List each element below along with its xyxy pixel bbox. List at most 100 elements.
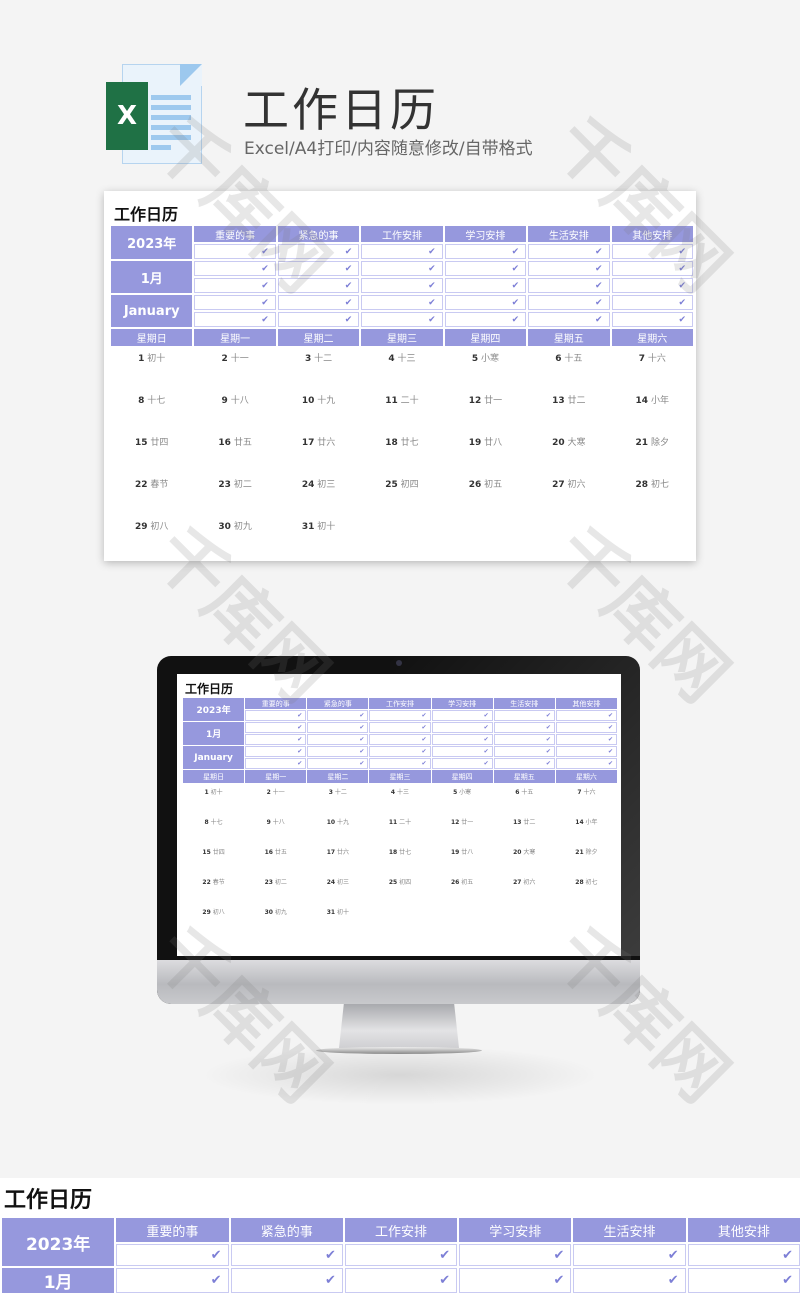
day-cell[interactable]: 13 廿二 bbox=[494, 814, 555, 843]
day-cell[interactable]: 2 十一 bbox=[194, 348, 275, 388]
day-cell[interactable]: 25 初四 bbox=[369, 874, 430, 903]
day-cell[interactable]: 26 初五 bbox=[432, 874, 493, 903]
task-checkbox[interactable]: ✔ bbox=[361, 312, 443, 327]
task-checkbox[interactable]: ✔ bbox=[528, 295, 610, 310]
day-cell[interactable] bbox=[445, 516, 526, 556]
task-checkbox[interactable]: ✔ bbox=[116, 1268, 229, 1293]
task-checkbox[interactable]: ✔ bbox=[611, 278, 693, 293]
task-checkbox[interactable]: ✔ bbox=[277, 278, 360, 293]
task-checkbox[interactable]: ✔ bbox=[459, 1244, 572, 1266]
task-checkbox[interactable]: ✔ bbox=[344, 1244, 458, 1266]
day-cell[interactable]: 24 初三 bbox=[307, 874, 368, 903]
task-checkbox[interactable]: ✔ bbox=[307, 722, 369, 733]
day-cell[interactable]: 14 小年 bbox=[556, 814, 617, 843]
task-checkbox[interactable]: ✔ bbox=[555, 758, 617, 769]
task-checkbox[interactable]: ✔ bbox=[230, 1244, 343, 1266]
day-cell[interactable]: 5 小寒 bbox=[432, 784, 493, 813]
task-checkbox[interactable]: ✔ bbox=[493, 734, 555, 745]
day-cell[interactable]: 13 廿二 bbox=[528, 390, 609, 430]
day-cell[interactable]: 25 初四 bbox=[361, 474, 442, 514]
day-cell[interactable]: 31 初十 bbox=[307, 904, 368, 933]
task-checkbox[interactable]: ✔ bbox=[277, 244, 360, 259]
day-cell[interactable]: 27 初六 bbox=[528, 474, 609, 514]
task-checkbox[interactable]: ✔ bbox=[194, 312, 276, 327]
day-cell[interactable]: 11 二十 bbox=[369, 814, 430, 843]
task-checkbox[interactable]: ✔ bbox=[444, 261, 527, 276]
task-checkbox[interactable]: ✔ bbox=[687, 1244, 800, 1266]
task-checkbox[interactable]: ✔ bbox=[444, 278, 527, 293]
task-checkbox[interactable]: ✔ bbox=[194, 295, 276, 310]
day-cell[interactable]: 27 初六 bbox=[494, 874, 555, 903]
day-cell[interactable]: 8 十七 bbox=[111, 390, 192, 430]
task-checkbox[interactable]: ✔ bbox=[369, 746, 431, 757]
day-cell[interactable]: 6 十五 bbox=[494, 784, 555, 813]
day-cell[interactable]: 17 廿六 bbox=[307, 844, 368, 873]
task-checkbox[interactable]: ✔ bbox=[431, 758, 493, 769]
task-checkbox[interactable]: ✔ bbox=[344, 1268, 458, 1293]
day-cell[interactable]: 19 廿八 bbox=[432, 844, 493, 873]
day-cell[interactable]: 5 小寒 bbox=[445, 348, 526, 388]
task-checkbox[interactable]: ✔ bbox=[444, 312, 527, 327]
task-checkbox[interactable]: ✔ bbox=[687, 1268, 800, 1293]
task-checkbox[interactable]: ✔ bbox=[245, 710, 307, 721]
task-checkbox[interactable]: ✔ bbox=[611, 312, 693, 327]
task-checkbox[interactable]: ✔ bbox=[611, 295, 693, 310]
task-checkbox[interactable]: ✔ bbox=[493, 710, 555, 721]
task-checkbox[interactable]: ✔ bbox=[361, 261, 443, 276]
task-checkbox[interactable]: ✔ bbox=[194, 244, 276, 259]
day-cell[interactable]: 16 廿五 bbox=[194, 432, 275, 472]
task-checkbox[interactable]: ✔ bbox=[493, 758, 555, 769]
day-cell[interactable] bbox=[361, 516, 442, 556]
task-checkbox[interactable]: ✔ bbox=[611, 244, 693, 259]
task-checkbox[interactable]: ✔ bbox=[431, 734, 493, 745]
task-checkbox[interactable]: ✔ bbox=[369, 734, 431, 745]
task-checkbox[interactable]: ✔ bbox=[277, 295, 360, 310]
day-cell[interactable]: 31 初十 bbox=[278, 516, 359, 556]
task-checkbox[interactable]: ✔ bbox=[528, 312, 610, 327]
day-cell[interactable]: 30 初九 bbox=[245, 904, 306, 933]
day-cell[interactable]: 10 十九 bbox=[278, 390, 359, 430]
task-checkbox[interactable]: ✔ bbox=[555, 746, 617, 757]
day-cell[interactable]: 9 十八 bbox=[245, 814, 306, 843]
day-cell[interactable]: 21 除夕 bbox=[612, 432, 693, 472]
day-cell[interactable]: 10 十九 bbox=[307, 814, 368, 843]
task-checkbox[interactable]: ✔ bbox=[493, 746, 555, 757]
task-checkbox[interactable]: ✔ bbox=[245, 734, 307, 745]
day-cell[interactable]: 3 十二 bbox=[278, 348, 359, 388]
day-cell[interactable]: 29 初八 bbox=[183, 904, 244, 933]
task-checkbox[interactable]: ✔ bbox=[361, 278, 443, 293]
day-cell[interactable]: 2 十一 bbox=[245, 784, 306, 813]
day-cell[interactable]: 24 初三 bbox=[278, 474, 359, 514]
task-checkbox[interactable]: ✔ bbox=[361, 295, 443, 310]
day-cell[interactable] bbox=[369, 904, 430, 933]
task-checkbox[interactable]: ✔ bbox=[230, 1268, 343, 1293]
task-checkbox[interactable]: ✔ bbox=[277, 261, 360, 276]
task-checkbox[interactable]: ✔ bbox=[444, 295, 527, 310]
task-checkbox[interactable]: ✔ bbox=[245, 758, 307, 769]
task-checkbox[interactable]: ✔ bbox=[194, 261, 276, 276]
day-cell[interactable]: 7 十六 bbox=[556, 784, 617, 813]
day-cell[interactable] bbox=[528, 516, 609, 556]
day-cell[interactable]: 12 廿一 bbox=[445, 390, 526, 430]
task-checkbox[interactable]: ✔ bbox=[444, 244, 527, 259]
day-cell[interactable]: 7 十六 bbox=[612, 348, 693, 388]
day-cell[interactable]: 22 春节 bbox=[183, 874, 244, 903]
task-checkbox[interactable]: ✔ bbox=[555, 710, 617, 721]
day-cell[interactable] bbox=[612, 516, 693, 556]
day-cell[interactable]: 15 廿四 bbox=[111, 432, 192, 472]
task-checkbox[interactable]: ✔ bbox=[361, 244, 443, 259]
day-cell[interactable]: 23 初二 bbox=[245, 874, 306, 903]
day-cell[interactable]: 18 廿七 bbox=[361, 432, 442, 472]
task-checkbox[interactable]: ✔ bbox=[194, 278, 276, 293]
day-cell[interactable]: 23 初二 bbox=[194, 474, 275, 514]
task-checkbox[interactable]: ✔ bbox=[555, 722, 617, 733]
day-cell[interactable]: 29 初八 bbox=[111, 516, 192, 556]
day-cell[interactable]: 26 初五 bbox=[445, 474, 526, 514]
day-cell[interactable]: 6 十五 bbox=[528, 348, 609, 388]
task-checkbox[interactable]: ✔ bbox=[528, 261, 610, 276]
day-cell[interactable]: 28 初七 bbox=[612, 474, 693, 514]
task-checkbox[interactable]: ✔ bbox=[307, 746, 369, 757]
day-cell[interactable]: 11 二十 bbox=[361, 390, 442, 430]
day-cell[interactable]: 30 初九 bbox=[194, 516, 275, 556]
task-checkbox[interactable]: ✔ bbox=[307, 734, 369, 745]
